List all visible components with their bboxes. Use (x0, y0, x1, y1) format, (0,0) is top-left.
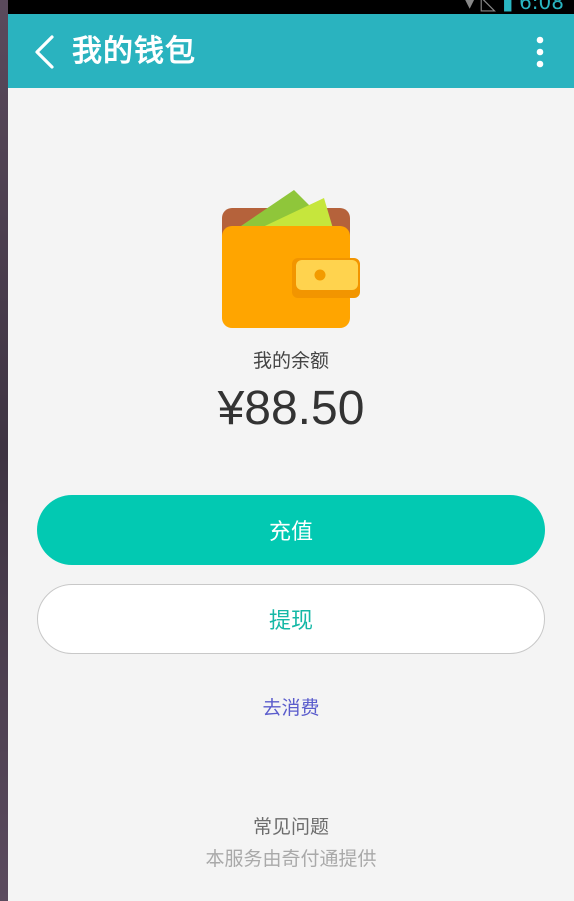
go-consume-link[interactable]: 去消费 (8, 695, 574, 721)
wallet-content: 我的余额 ¥88.50 充值 提现 去消费 常见问题 本服务由奇付通提供 (8, 88, 574, 901)
withdraw-label: 提现 (268, 609, 313, 634)
status-time: 6:08 (519, 0, 564, 14)
withdraw-button[interactable]: 提现 (37, 584, 545, 654)
signal-icon: ▾ (464, 0, 475, 14)
recharge-button[interactable]: 充值 (37, 495, 545, 565)
more-options-button[interactable] (522, 32, 558, 72)
service-provider-text: 本服务由奇付通提供 (205, 848, 377, 870)
faq-link[interactable]: 常见问题 (8, 814, 574, 840)
chevron-left-icon (35, 35, 54, 69)
status-icons: ▾ ◺ ▮ 6:08 (465, 0, 564, 12)
app-bar: 我的钱包 (8, 14, 574, 88)
recharge-label: 充值 (268, 520, 313, 545)
back-button[interactable] (24, 32, 64, 72)
balance-label: 我的余额 (252, 350, 329, 372)
status-bar: ▾ ◺ ▮ 6:08 (8, 0, 574, 14)
wallet-icon (222, 190, 360, 328)
page-title: 我的钱包 (72, 34, 196, 69)
battery-icon: ▮ (502, 0, 514, 14)
window-edge (0, 0, 8, 901)
more-vert-icon (536, 36, 544, 68)
network-icon: ◺ (480, 0, 497, 14)
balance-amount: ¥88.50 (217, 382, 365, 435)
